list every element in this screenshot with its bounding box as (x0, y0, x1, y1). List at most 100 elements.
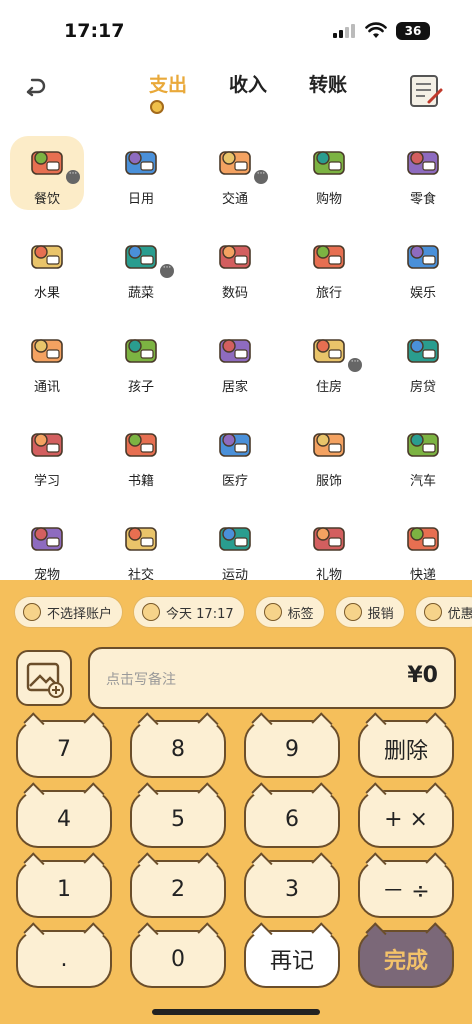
key-button[interactable]: 完成 (358, 930, 454, 988)
key-label: . (60, 946, 68, 972)
fruit-icon (31, 245, 63, 269)
chip-wallet[interactable]: 不选择账户 (14, 596, 124, 628)
category-item[interactable]: 居家 (188, 318, 282, 412)
wallet-icon (23, 603, 41, 621)
category-label: 旅行 (315, 286, 342, 301)
category-item[interactable]: 汽车 (376, 412, 470, 506)
key-label: 8 (171, 736, 185, 762)
category-label: 水果 (33, 286, 60, 301)
wifi-icon (365, 22, 387, 38)
key-label: 5 (171, 806, 185, 832)
key-label: 3 (285, 876, 299, 902)
category-item[interactable]: 住房 ··· (282, 318, 376, 412)
chip-label: 报销 (367, 606, 394, 622)
cabinet-icon (219, 339, 251, 363)
note-placeholder: 点击写备注 (106, 672, 176, 688)
key-button[interactable]: 0 (130, 930, 226, 988)
home-indicator (152, 1009, 320, 1015)
category-label: 餐饮 (33, 192, 60, 207)
key-button[interactable]: － ÷ (358, 860, 454, 918)
category-label: 数码 (221, 286, 248, 301)
category-grid: 餐饮 ··· 日用 交通 ··· 购物 零食 水果 蔬菜 ··· 数码 旅行 娱… (0, 130, 472, 583)
category-item[interactable]: 交通 ··· (188, 130, 282, 224)
category-label: 居家 (221, 380, 248, 395)
key-button[interactable]: 再记 (244, 930, 340, 988)
category-label: 房贷 (409, 380, 436, 395)
key-label: 2 (171, 876, 185, 902)
key-label: － ÷ (382, 879, 430, 904)
key-label: 7 (57, 736, 71, 762)
category-item[interactable]: 房贷 (376, 318, 470, 412)
chip-label: 标签 (287, 606, 314, 622)
computer-icon (219, 245, 251, 269)
snack-icon (407, 151, 439, 175)
status-time: 17:17 (64, 20, 125, 42)
key-button[interactable]: 8 (130, 720, 226, 778)
key-label: 0 (171, 946, 185, 972)
key-label: 完成 (383, 949, 428, 974)
key-button[interactable]: 删除 (358, 720, 454, 778)
category-label: 孩子 (127, 380, 154, 395)
luggage-icon (313, 245, 345, 269)
category-item[interactable]: 孩子 (94, 318, 188, 412)
category-item[interactable]: 水果 (0, 224, 94, 318)
chip-calendar[interactable]: 今天 17:17 (133, 596, 245, 628)
key-button[interactable]: 9 (244, 720, 340, 778)
category-item[interactable]: 旅行 (282, 224, 376, 318)
key-button[interactable]: 3 (244, 860, 340, 918)
key-button[interactable]: 6 (244, 790, 340, 848)
chip-label: 优惠 (447, 606, 472, 622)
input-panel: 不选择账户 今天 17:17 标签 报销 优惠 点击写备注 ¥0 7 8 9 删除 4 5… (0, 580, 472, 1024)
category-item[interactable]: 服饰 (282, 412, 376, 506)
chip-label: 今天 17:17 (166, 606, 234, 622)
key-button[interactable]: 7 (16, 720, 112, 778)
more-dots-icon[interactable]: ··· (348, 358, 362, 372)
mortgage-house-icon (407, 339, 439, 363)
discount-icon (423, 603, 442, 621)
category-item[interactable]: 数码 (188, 224, 282, 318)
note-input[interactable]: 点击写备注 ¥0 (88, 647, 456, 709)
key-button[interactable]: . (16, 930, 112, 988)
category-item[interactable]: 日用 (94, 130, 188, 224)
category-item[interactable]: 购物 (282, 130, 376, 224)
chip-reimburse[interactable]: 报销 (334, 596, 405, 628)
more-dots-icon[interactable]: ··· (160, 264, 174, 278)
key-button[interactable]: + × (358, 790, 454, 848)
tab-expense[interactable]: 支出 (128, 70, 208, 114)
undo-icon[interactable] (20, 72, 48, 100)
key-button[interactable]: 5 (130, 790, 226, 848)
category-item[interactable]: 医疗 (188, 412, 282, 506)
category-item[interactable]: 蔬菜 ··· (94, 224, 188, 318)
calendar-icon (142, 603, 161, 621)
category-item[interactable]: 零食 (376, 130, 470, 224)
cheers-icon (125, 527, 157, 551)
gift-balloon-icon (313, 527, 345, 551)
image-add-icon (26, 662, 64, 698)
shopping-cart-icon (313, 151, 345, 175)
tab-income[interactable]: 收入 (208, 70, 288, 110)
category-item[interactable]: 通讯 (0, 318, 94, 412)
coin-icon (150, 100, 164, 114)
cellular-signal-icon (333, 24, 355, 38)
category-label: 服饰 (315, 474, 342, 489)
soccer-icon (219, 527, 251, 551)
more-dots-icon[interactable]: ··· (254, 170, 268, 184)
courier-icon (407, 527, 439, 551)
key-label: 9 (285, 736, 299, 762)
category-item[interactable]: 学习 (0, 412, 94, 506)
key-button[interactable]: 4 (16, 790, 112, 848)
add-photo-button[interactable] (16, 650, 72, 706)
scroll-list-icon[interactable] (405, 72, 445, 110)
chip-tag[interactable]: 标签 (254, 596, 325, 628)
more-dots-icon[interactable]: ··· (66, 170, 80, 184)
tab-transfer[interactable]: 转账 (288, 70, 368, 110)
car-icon (407, 433, 439, 457)
category-item[interactable]: 娱乐 (376, 224, 470, 318)
category-item[interactable]: 书籍 (94, 412, 188, 506)
bus-icon (219, 151, 251, 175)
key-button[interactable]: 1 (16, 860, 112, 918)
keypad: 7 8 9 删除 4 5 6 + × 1 2 3 － ÷. 0 再记 完成 (16, 720, 456, 988)
key-button[interactable]: 2 (130, 860, 226, 918)
chip-discount[interactable]: 优惠 (414, 596, 472, 628)
category-item[interactable]: 餐饮 ··· (0, 130, 94, 224)
